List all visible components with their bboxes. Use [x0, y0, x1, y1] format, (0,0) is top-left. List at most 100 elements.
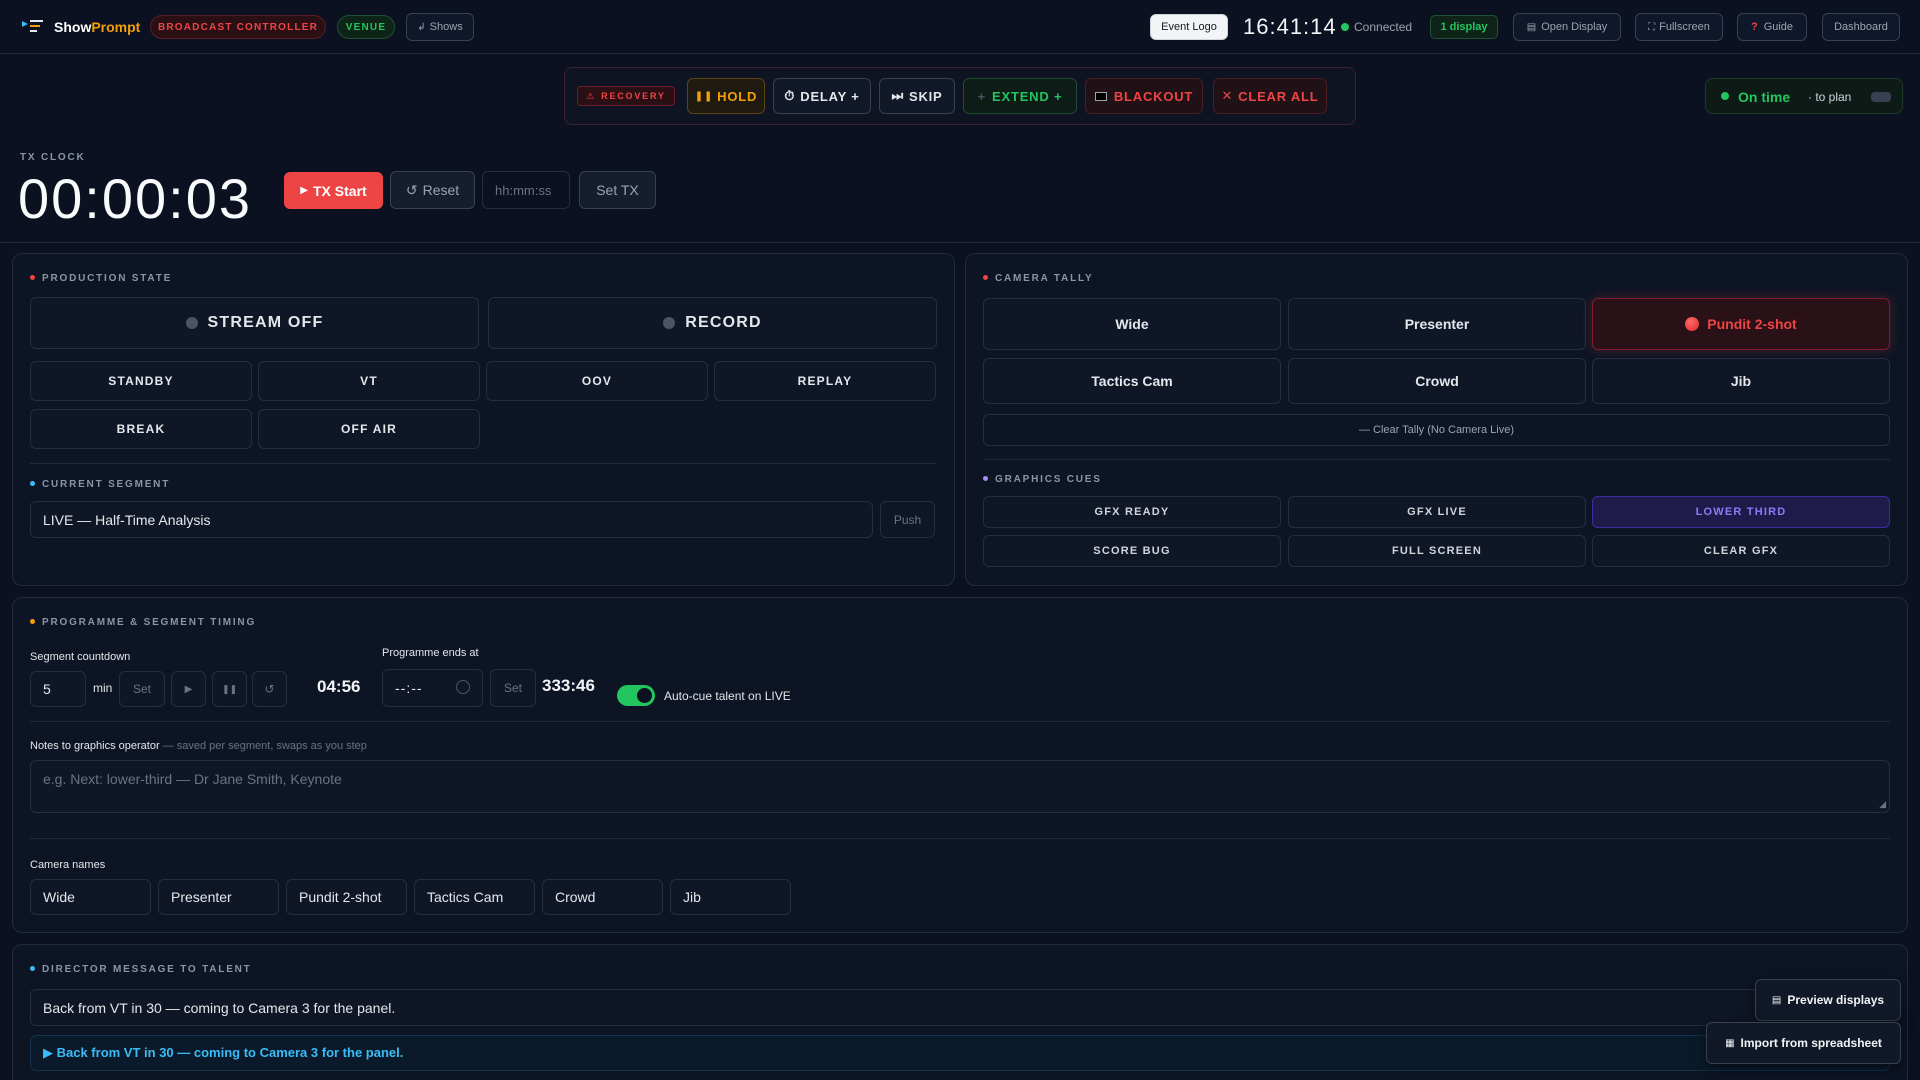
plus-icon: +: [977, 88, 987, 104]
tx-clock-label: TX CLOCK: [20, 152, 86, 163]
camera-name-input-2[interactable]: Presenter: [158, 879, 279, 915]
state-standby-button[interactable]: STANDBY: [30, 361, 252, 401]
play-icon: ▶: [184, 683, 193, 695]
back-icon: ↲: [417, 21, 426, 33]
preview-displays-button[interactable]: ▤ Preview displays: [1755, 979, 1901, 1021]
fullscreen-button[interactable]: ⛶ Fullscreen: [1635, 13, 1723, 41]
tx-start-button[interactable]: ▶ TX Start: [284, 172, 383, 209]
resize-handle-icon[interactable]: ◢: [1879, 799, 1886, 810]
stream-indicator-icon: [185, 317, 198, 329]
programme-end-input[interactable]: --:--: [382, 669, 483, 707]
camera-name-input-5[interactable]: Crowd: [542, 879, 663, 915]
stream-toggle-button[interactable]: STREAM OFF: [30, 297, 479, 349]
import-spreadsheet-button[interactable]: ▦ Import from spreadsheet: [1706, 1022, 1901, 1064]
delay-button[interactable]: ⏱ DELAY +: [773, 78, 871, 114]
state-vt-button[interactable]: VT: [258, 361, 480, 401]
tx-reset-button[interactable]: ↺ Reset: [390, 171, 475, 209]
record-indicator-icon: [663, 317, 676, 329]
venue-badge: VENUE: [337, 15, 395, 39]
camera-name-input-3[interactable]: Pundit 2-shot: [286, 879, 407, 915]
clipboard-icon: ▦: [1725, 1037, 1735, 1049]
tally-camera-jib[interactable]: Jib: [1592, 358, 1890, 404]
camera-name-input-6[interactable]: Jib: [670, 879, 791, 915]
segment-countdown-value: 04:56: [317, 677, 361, 696]
state-off-air-button[interactable]: OFF AIR: [258, 409, 480, 449]
black-square-icon: [1094, 91, 1107, 101]
gfx-lower-third-button[interactable]: LOWER THIRD: [1592, 496, 1890, 528]
tally-camera-presenter[interactable]: Presenter: [1288, 298, 1586, 350]
tally-camera-tactics-cam[interactable]: Tactics Cam: [983, 358, 1281, 404]
tx-divider: [0, 242, 1920, 243]
open-display-button[interactable]: ▤ Open Display: [1513, 13, 1621, 41]
display-count-badge: 1 display: [1430, 15, 1498, 39]
dashboard-button[interactable]: Dashboard: [1822, 13, 1900, 41]
on-time-label: On time: [1738, 89, 1791, 105]
gfx-live-button[interactable]: GFX LIVE: [1288, 496, 1586, 528]
record-toggle-button[interactable]: RECORD: [488, 297, 937, 349]
countdown-pause-button[interactable]: ❚❚: [212, 671, 247, 707]
camera-name-input-4[interactable]: Tactics Cam: [414, 879, 535, 915]
toggle-knob: [637, 688, 652, 703]
countdown-play-button[interactable]: ▶: [171, 671, 206, 707]
gfx-score-bug-button[interactable]: SCORE BUG: [983, 535, 1281, 567]
shows-button[interactable]: ↲ Shows: [406, 13, 474, 41]
connection-status: Connected: [1341, 20, 1412, 34]
programme-remaining-value: 333:46: [542, 676, 595, 695]
timer-icon: ⏱: [784, 88, 796, 103]
clear-tally-button[interactable]: — Clear Tally (No Camera Live): [983, 414, 1890, 446]
director-message-sent: ▶ Back from VT in 30 — coming to Camera …: [30, 1035, 1890, 1071]
status-toggle[interactable]: [1871, 92, 1891, 102]
role-badge: BROADCAST CONTROLLER: [150, 15, 326, 39]
hold-button[interactable]: ❚❚ HOLD: [687, 78, 765, 114]
tally-camera-pundit-2-shot[interactable]: Pundit 2-shot: [1592, 298, 1890, 350]
segment-minutes-input[interactable]: 5: [30, 671, 86, 707]
timing-divider-1: [30, 721, 1890, 722]
director-message-label: DIRECTOR MESSAGE TO TALENT: [30, 964, 252, 975]
graphics-notes-textarea[interactable]: e.g. Next: lower-third — Dr Jane Smith, …: [30, 760, 1890, 813]
state-replay-button[interactable]: REPLAY: [714, 361, 936, 401]
camera-name-input-1[interactable]: Wide: [30, 879, 151, 915]
clock-icon: [456, 680, 470, 694]
tally-camera-wide[interactable]: Wide: [983, 298, 1281, 350]
top-bar: ShowPrompt BROADCAST CONTROLLER VENUE ↲ S…: [0, 0, 1920, 54]
reset-icon: ↺: [405, 181, 418, 198]
director-message-input[interactable]: Back from VT in 30 — coming to Camera 3 …: [30, 989, 1890, 1026]
timing-label: PROGRAMME & SEGMENT TIMING: [30, 617, 256, 628]
current-segment-label: CURRENT SEGMENT: [30, 479, 170, 490]
push-segment-button[interactable]: Push: [880, 501, 935, 538]
clear-all-button[interactable]: ✕ CLEAR ALL: [1213, 78, 1327, 114]
production-divider: [30, 463, 936, 464]
set-tx-button[interactable]: Set TX: [579, 171, 656, 209]
state-oov-button[interactable]: OOV: [486, 361, 708, 401]
extend-button[interactable]: + EXTEND +: [963, 78, 1077, 114]
blackout-button[interactable]: BLACKOUT: [1085, 78, 1203, 114]
skip-button[interactable]: ⏭ SKIP: [879, 78, 955, 114]
current-segment-input[interactable]: LIVE — Half-Time Analysis: [30, 501, 873, 538]
status-dot: [1721, 92, 1729, 100]
gfx-ready-button[interactable]: GFX READY: [983, 496, 1281, 528]
gfx-clear-button[interactable]: CLEAR GFX: [1592, 535, 1890, 567]
warning-icon: ⚠: [586, 90, 597, 101]
skip-icon: ⏭: [891, 88, 904, 103]
tally-camera-crowd[interactable]: Crowd: [1288, 358, 1586, 404]
state-break-button[interactable]: BREAK: [30, 409, 252, 449]
recovery-button[interactable]: ⚠ RECOVERY: [577, 86, 675, 106]
close-icon: ✕: [1221, 88, 1234, 103]
tx-time-input[interactable]: hh:mm:ss: [482, 171, 570, 209]
countdown-reset-button[interactable]: ↺: [252, 671, 287, 707]
production-state-label: PRODUCTION STATE: [30, 273, 172, 284]
autocue-toggle[interactable]: [617, 685, 655, 706]
gfx-full-screen-button[interactable]: FULL SCREEN: [1288, 535, 1586, 567]
pause-icon: ❚❚: [694, 90, 714, 102]
event-logo-button[interactable]: Event Logo: [1150, 14, 1228, 40]
connection-dot: [1341, 22, 1349, 31]
segment-set-button[interactable]: Set: [119, 671, 165, 707]
expand-icon: ⛶: [1648, 21, 1656, 33]
programme-set-button[interactable]: Set: [490, 669, 536, 707]
segment-countdown-label: Segment countdown: [30, 651, 131, 663]
reset-icon: ↺: [264, 682, 275, 696]
graphics-cues-label: GRAPHICS CUES: [983, 474, 1102, 485]
help-icon: ?: [1750, 21, 1758, 33]
app-name: ShowPrompt: [54, 19, 141, 35]
guide-button[interactable]: ? Guide: [1737, 13, 1807, 41]
